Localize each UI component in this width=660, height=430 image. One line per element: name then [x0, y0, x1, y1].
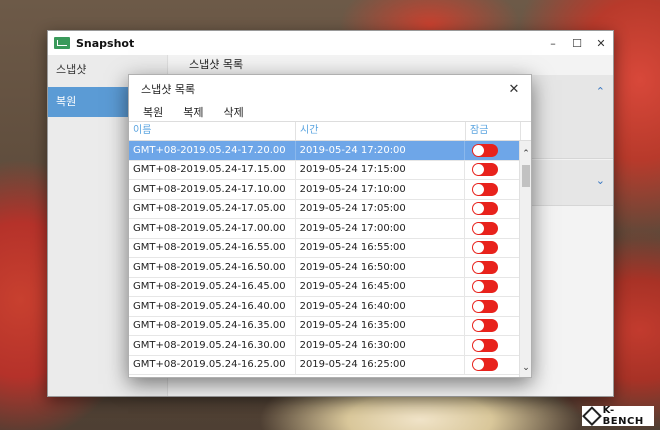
- table-row[interactable]: GMT+08-2019.05.24-17.05.00 2019-05-24 17:…: [129, 199, 520, 219]
- scrollbar-thumb[interactable]: [522, 165, 530, 187]
- lock-toggle[interactable]: [472, 241, 499, 255]
- lock-cell: [465, 200, 520, 219]
- app-icon: [54, 37, 70, 49]
- dialog-close-icon[interactable]: ✕: [505, 80, 523, 98]
- snapshot-name-cell: GMT+08-2019.05.24-16.55.00: [129, 238, 296, 257]
- table-row[interactable]: GMT+08-2019.05.24-16.30.00 2019-05-24 16:…: [129, 336, 520, 356]
- menu-duplicate[interactable]: 복제: [183, 104, 203, 120]
- table-row[interactable]: GMT+08-2019.05.24-17.20.00 2019-05-24 17:…: [129, 141, 520, 161]
- lock-toggle[interactable]: [472, 221, 499, 235]
- lock-cell: [465, 297, 520, 316]
- snapshot-time-cell: 2019-05-24 17:15:00: [296, 160, 466, 179]
- table-row[interactable]: GMT+08-2019.05.24-16.35.00 2019-05-24 16:…: [129, 316, 520, 336]
- dialog-menu: 복원 복제 삭제: [129, 103, 531, 121]
- kbench-logo: K-BENCH: [582, 405, 654, 427]
- table-row[interactable]: GMT+08-2019.05.24-16.40.00 2019-05-24 16:…: [129, 297, 520, 317]
- table-row[interactable]: GMT+08-2019.05.24-16.55.00 2019-05-24 16:…: [129, 238, 520, 258]
- table-row[interactable]: GMT+08-2019.05.24-17.00.00 2019-05-24 17:…: [129, 219, 520, 239]
- app-title: Snapshot: [76, 36, 135, 50]
- menu-restore[interactable]: 복원: [143, 104, 163, 120]
- snapshot-name-cell: GMT+08-2019.05.24-17.20.00: [129, 141, 296, 160]
- lock-cell: [465, 356, 520, 375]
- logo-mark-icon: [582, 406, 602, 426]
- snapshot-time-cell: 2019-05-24 16:25:00: [296, 355, 466, 374]
- lock-toggle[interactable]: [472, 319, 499, 333]
- lock-toggle[interactable]: [472, 182, 499, 196]
- snapshot-list-dialog: 스냅샷 목록 ✕ 복원 복제 삭제 이름 시간 잠금 GMT+08-2019.0…: [128, 74, 532, 378]
- snapshot-name-cell: GMT+08-2019.05.24-17.15.00: [129, 160, 296, 179]
- window-controls: – ☐ ✕: [541, 31, 613, 55]
- snapshot-name-cell: GMT+08-2019.05.24-16.40.00: [129, 297, 296, 316]
- table-row[interactable]: GMT+08-2019.05.24-17.10.00 2019-05-24 17:…: [129, 180, 520, 200]
- column-header-time[interactable]: 시간: [296, 122, 466, 140]
- title-bar[interactable]: Snapshot – ☐ ✕: [48, 31, 613, 55]
- snapshot-time-cell: 2019-05-24 16:50:00: [296, 258, 466, 277]
- dialog-title-bar[interactable]: 스냅샷 목록 ✕: [129, 75, 531, 103]
- snapshot-time-cell: 2019-05-24 17:05:00: [296, 199, 466, 218]
- snapshot-name-cell: GMT+08-2019.05.24-16.50.00: [129, 258, 296, 277]
- lock-toggle[interactable]: [472, 358, 499, 372]
- lock-toggle[interactable]: [472, 260, 499, 274]
- column-header-lock[interactable]: 잠금: [466, 122, 521, 140]
- snapshot-time-cell: 2019-05-24 17:20:00: [296, 141, 466, 160]
- snapshot-name-cell: GMT+08-2019.05.24-16.35.00: [129, 316, 296, 335]
- table-header: 이름 시간 잠금: [129, 121, 531, 141]
- snapshot-name-cell: GMT+08-2019.05.24-17.00.00: [129, 219, 296, 238]
- snapshot-table: 이름 시간 잠금 GMT+08-2019.05.24-17.20.00 2019-…: [129, 121, 531, 377]
- lock-cell: [465, 219, 520, 238]
- snapshot-name-cell: GMT+08-2019.05.24-16.30.00: [129, 336, 296, 355]
- snapshot-time-cell: 2019-05-24 16:30:00: [296, 336, 466, 355]
- snapshot-time-cell: 2019-05-24 17:10:00: [296, 180, 466, 199]
- table-row[interactable]: GMT+08-2019.05.24-16.50.00 2019-05-24 16:…: [129, 258, 520, 278]
- chevron-up-icon[interactable]: ⌃: [596, 85, 605, 98]
- snapshot-time-cell: 2019-05-24 16:45:00: [296, 277, 466, 296]
- chevron-down-icon[interactable]: ⌄: [596, 174, 605, 187]
- table-body: GMT+08-2019.05.24-17.20.00 2019-05-24 17:…: [129, 141, 520, 377]
- lock-cell: [465, 161, 520, 180]
- snapshot-time-cell: 2019-05-24 16:55:00: [296, 238, 466, 257]
- lock-cell: [465, 258, 520, 277]
- menu-delete[interactable]: 삭제: [224, 104, 244, 120]
- lock-cell: [465, 336, 520, 355]
- snapshot-time-cell: 2019-05-24 16:35:00: [296, 316, 466, 335]
- content-title: 스냅샷 목록: [189, 58, 244, 71]
- table-row[interactable]: GMT+08-2019.05.24-16.25.00 2019-05-24 16:…: [129, 355, 520, 375]
- lock-toggle[interactable]: [472, 338, 499, 352]
- lock-cell: [465, 141, 520, 160]
- snapshot-time-cell: 2019-05-24 17:00:00: [296, 219, 466, 238]
- lock-toggle[interactable]: [472, 143, 499, 157]
- snapshot-name-cell: GMT+08-2019.05.24-17.05.00: [129, 199, 296, 218]
- lock-toggle[interactable]: [472, 202, 499, 216]
- vertical-scrollbar[interactable]: ⌃ ⌄: [519, 141, 531, 377]
- lock-toggle[interactable]: [472, 280, 499, 294]
- scroll-down-icon[interactable]: ⌄: [520, 361, 532, 375]
- snapshot-name-cell: GMT+08-2019.05.24-16.45.00: [129, 277, 296, 296]
- lock-cell: [465, 239, 520, 258]
- snapshot-name-cell: GMT+08-2019.05.24-16.25.00: [129, 355, 296, 374]
- snapshot-time-cell: 2019-05-24 16:40:00: [296, 297, 466, 316]
- lock-toggle[interactable]: [472, 163, 499, 177]
- table-row[interactable]: GMT+08-2019.05.24-16.45.00 2019-05-24 16:…: [129, 277, 520, 297]
- maximize-button[interactable]: ☐: [565, 31, 589, 55]
- logo-text: K-BENCH: [602, 405, 644, 427]
- lock-cell: [465, 317, 520, 336]
- lock-cell: [465, 278, 520, 297]
- close-button[interactable]: ✕: [589, 31, 613, 55]
- dialog-title: 스냅샷 목록: [141, 83, 196, 96]
- snapshot-name-cell: GMT+08-2019.05.24-17.10.00: [129, 180, 296, 199]
- lock-toggle[interactable]: [472, 299, 499, 313]
- column-header-name[interactable]: 이름: [129, 122, 296, 140]
- scroll-up-icon[interactable]: ⌃: [520, 147, 532, 161]
- table-row[interactable]: GMT+08-2019.05.24-17.15.00 2019-05-24 17:…: [129, 160, 520, 180]
- minimize-button[interactable]: –: [541, 31, 565, 55]
- lock-cell: [465, 180, 520, 199]
